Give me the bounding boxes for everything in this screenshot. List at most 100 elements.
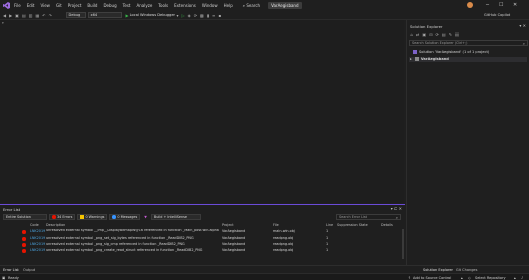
layout-icon[interactable]: ▩ xyxy=(200,13,204,18)
sync-icon[interactable]: ⇄ xyxy=(416,32,419,37)
avatar[interactable] xyxy=(467,2,473,8)
errors-filter-button[interactable]: 34 Errors xyxy=(49,214,76,220)
save-icon[interactable]: ▥ xyxy=(29,13,33,18)
error-code[interactable]: LNK2019 xyxy=(30,242,45,246)
menu-test[interactable]: Test xyxy=(123,3,131,8)
comment-icon[interactable]: ▪ xyxy=(218,13,221,18)
visual-studio-logo-icon xyxy=(3,2,10,9)
chevron-right-icon[interactable]: ▸ xyxy=(410,57,412,61)
column-suppression-state[interactable]: Suppression State xyxy=(337,223,368,227)
tab-git-changes[interactable]: Git Changes xyxy=(456,268,477,272)
minimize-icon[interactable]: ─ xyxy=(486,2,489,8)
tab-error-list[interactable]: Error List xyxy=(3,268,19,272)
search-icon[interactable]: ⌕ xyxy=(523,41,525,46)
forward-icon[interactable]: ▶ xyxy=(9,13,12,18)
search-menu[interactable]: ⌕ Search xyxy=(243,3,260,8)
refresh-icon[interactable]: ⟳ xyxy=(436,32,439,37)
menu-file[interactable]: File xyxy=(14,3,21,8)
run-icon[interactable]: ▶ xyxy=(126,13,129,18)
show-all-files-icon[interactable]: ▤ xyxy=(442,32,446,37)
table-row[interactable]: LNK2019 unresolved external symbol _png_… xyxy=(0,248,405,254)
messages-filter-button[interactable]: 0 Messages xyxy=(109,214,141,220)
redo-icon[interactable]: ↷ xyxy=(49,13,52,18)
menu-debug[interactable]: Debug xyxy=(103,3,116,8)
error-code[interactable]: LNK2019 xyxy=(30,229,45,233)
menu-analyze[interactable]: Analyze xyxy=(137,3,153,8)
hot-reload-icon[interactable]: ⟳ xyxy=(194,13,197,18)
error-code[interactable]: LNK2019 xyxy=(30,248,45,252)
open-icon[interactable]: ▤ xyxy=(22,13,26,18)
format-icon[interactable]: ≡ xyxy=(212,13,215,18)
menu-help[interactable]: Help xyxy=(224,3,233,8)
error-project: VarAegisband xyxy=(222,248,246,252)
new-item-icon[interactable]: ▣ xyxy=(15,13,19,18)
close-icon[interactable]: ✕ xyxy=(513,2,517,8)
table-row[interactable]: LNK2019 unresolved external symbol __imp… xyxy=(0,229,405,235)
solution-explorer-title: Solution Explorer xyxy=(410,24,443,29)
back-icon[interactable]: ◀ xyxy=(3,13,6,18)
select-repository-button[interactable]: Select Repository xyxy=(475,276,506,280)
panel-options-icon[interactable]: ▾ ✕ xyxy=(519,23,526,28)
menu-project[interactable]: Project xyxy=(68,3,82,8)
column-details[interactable]: Details xyxy=(381,223,393,227)
menu-window[interactable]: Window xyxy=(202,3,218,8)
project-node[interactable]: ▸ VarAegisband xyxy=(410,57,449,61)
bookmark-icon[interactable]: ▮ xyxy=(207,13,209,18)
column-code[interactable]: Code xyxy=(30,223,39,227)
add-to-source-control-button[interactable]: Add to Source Control xyxy=(413,276,451,280)
error-description: unresolved external symbol __imp__Displa… xyxy=(46,229,219,232)
tab-solution-explorer[interactable]: Solution Explorer xyxy=(423,268,453,272)
home-icon[interactable]: ⌂ xyxy=(411,32,414,37)
properties-icon[interactable]: ✎ xyxy=(449,32,452,37)
table-row[interactable]: LNK2019 unresolved external symbol _png_… xyxy=(0,236,405,242)
configuration-select[interactable]: Debug xyxy=(65,12,86,18)
start-without-debugging-icon[interactable]: ▷ xyxy=(182,13,185,18)
menu-build[interactable]: Build xyxy=(87,3,97,8)
menu-tools[interactable]: Tools xyxy=(158,3,168,8)
preview-icon[interactable]: ▭ xyxy=(455,31,459,37)
error-icon xyxy=(52,215,56,219)
save-all-icon[interactable]: ▦ xyxy=(36,13,40,18)
notifications-icon[interactable]: ♪ xyxy=(521,276,523,280)
platform-select[interactable]: x64 xyxy=(87,12,122,18)
menu-extensions[interactable]: Extensions xyxy=(174,3,196,8)
editor-tab-overflow-icon[interactable]: ▾ xyxy=(2,21,10,25)
menu-edit[interactable]: Edit xyxy=(27,3,35,8)
warnings-filter-button[interactable]: 0 Warnings xyxy=(77,214,108,220)
messages-count: 0 Messages xyxy=(117,215,138,219)
collapse-icon[interactable]: ⊟ xyxy=(429,32,432,37)
build-filter-select[interactable]: Build + IntelliSense xyxy=(150,214,201,220)
filter-icon[interactable]: ▼ xyxy=(142,214,149,220)
bottom-tabs: Error List Output Solution Explorer Git … xyxy=(0,265,529,272)
menu-view[interactable]: View xyxy=(40,3,50,8)
solution-explorer-search[interactable]: Search Solution Explorer (Ctrl+;) ⌕ xyxy=(409,40,528,46)
search-icon[interactable]: ⌕ xyxy=(396,215,398,220)
solution-node[interactable]: Solution 'VarAegisband' (1 of 1 project) xyxy=(413,50,489,54)
editor-area[interactable] xyxy=(0,20,404,203)
table-row[interactable]: LNK2019 unresolved external symbol _png_… xyxy=(0,242,405,248)
column-project[interactable]: Project xyxy=(222,223,234,227)
column-line[interactable]: Line xyxy=(326,223,333,227)
error-line: 1 xyxy=(326,229,329,233)
error-search-placeholder: Search Error List xyxy=(339,215,367,219)
panel-options-icon[interactable]: ▾ ⊏ ✕ xyxy=(391,206,402,211)
run-dropdown-icon[interactable]: ▾ xyxy=(177,13,179,18)
attach-icon[interactable]: ◈ xyxy=(188,13,191,18)
tab-output[interactable]: Output xyxy=(23,268,35,272)
error-file: main-win.obj xyxy=(273,229,295,233)
error-list-scrollbar[interactable] xyxy=(402,229,404,259)
undo-icon[interactable]: ↶ xyxy=(42,13,45,18)
switch-views-icon[interactable]: ▣ xyxy=(422,32,426,37)
error-list-search[interactable]: Search Error List ⌕ xyxy=(336,214,401,220)
error-code[interactable]: LNK2019 xyxy=(30,236,45,240)
menu-git[interactable]: Git xyxy=(56,3,62,8)
status-icon: ▣ xyxy=(2,275,6,280)
run-debugger-button[interactable]: Local Windows Debugger xyxy=(130,13,175,17)
github-copilot-button[interactable]: GitHub Copilot xyxy=(484,13,510,17)
scope-select[interactable]: Entire Solution xyxy=(3,214,47,220)
project-name-badge[interactable]: VarAegisband xyxy=(268,2,302,9)
maximize-icon[interactable]: ☐ xyxy=(499,2,503,8)
column-file[interactable]: File xyxy=(273,223,279,227)
configuration-value: Debug xyxy=(68,13,81,17)
column-description[interactable]: Description xyxy=(46,223,65,227)
